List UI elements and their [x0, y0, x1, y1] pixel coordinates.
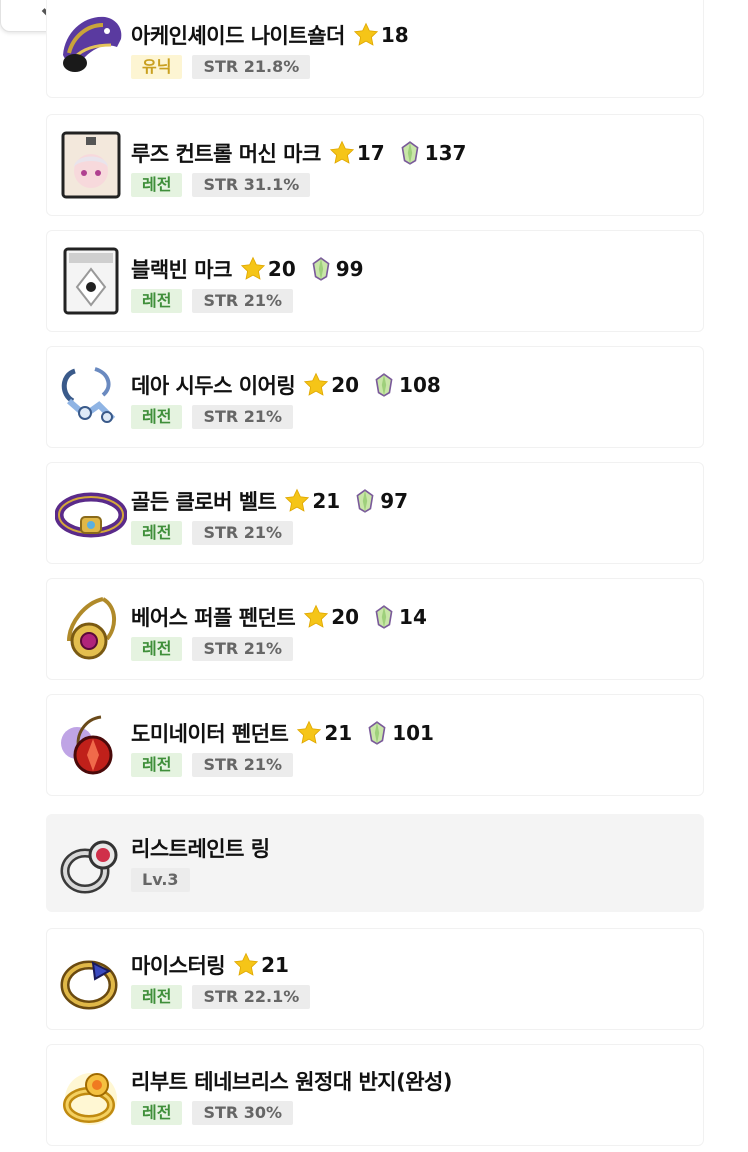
- equipment-card[interactable]: 아케인셰이드 나이트숄더 18 유닉 STR 21.8%: [46, 0, 704, 98]
- dominator-pendant-icon: [55, 709, 127, 781]
- loose-control-machine-mark-icon: [55, 129, 127, 201]
- potential-grade-badge: 레전: [131, 405, 183, 429]
- potential-grade-badge: 레전: [131, 289, 183, 313]
- potential-grade-badge: 레전: [131, 753, 183, 777]
- blackbean-mark-icon: [55, 245, 127, 317]
- potential-grade-badge: 레전: [131, 173, 183, 197]
- potential-grade-badge: 레전: [131, 521, 183, 545]
- potential-stat-badge: STR 21%: [192, 637, 294, 661]
- star-force-count: 21: [261, 953, 289, 977]
- tenebris-ring-icon: [55, 1059, 127, 1131]
- item-name: 골든 클로버 벨트: [131, 490, 277, 514]
- soul-enhance-count: 108: [399, 373, 441, 397]
- star-force-count: 21: [312, 489, 341, 513]
- item-name: 데아 시두스 이어링: [131, 374, 296, 398]
- soul-gem-icon: [375, 605, 393, 629]
- item-name: 리부트 테네브리스 원정대 반지(완성): [131, 1070, 452, 1094]
- star-force-count: 21: [324, 721, 353, 745]
- bears-purple-pendant-icon: [55, 593, 127, 665]
- equipment-card[interactable]: 데아 시두스 이어링 20 108 레전 STR 21%: [46, 346, 704, 448]
- item-name: 도미네이터 펜던트: [131, 722, 289, 746]
- item-name: 리스트레인트 링: [131, 837, 270, 861]
- equipment-card-selected[interactable]: 리스트레인트 링 Lv.3: [46, 814, 704, 912]
- potential-grade-badge: 유닉: [131, 55, 183, 79]
- soul-enhance-count: 137: [424, 141, 467, 165]
- soul-gem-icon: [312, 257, 330, 281]
- item-name: 아케인셰이드 나이트숄더: [131, 24, 345, 48]
- star-force-count: 20: [267, 257, 296, 281]
- star-icon: [233, 952, 259, 976]
- arcane-shoulder-icon: [55, 9, 127, 81]
- dea-sidus-earring-icon: [55, 361, 127, 433]
- star-force-count: 17: [356, 141, 385, 165]
- potential-stat-badge: STR 21%: [192, 753, 294, 777]
- star-icon: [304, 372, 329, 396]
- skill-level-badge: Lv.3: [131, 868, 190, 892]
- star-icon: [297, 720, 322, 744]
- golden-clover-belt-icon: [55, 477, 127, 549]
- potential-grade-badge: 레전: [131, 637, 183, 661]
- equipment-card[interactable]: 리부트 테네브리스 원정대 반지(완성) 레전 STR 30%: [46, 1044, 704, 1146]
- soul-gem-icon: [375, 373, 393, 397]
- item-name: 베어스 퍼플 펜던트: [131, 606, 296, 630]
- potential-grade-badge: 레전: [131, 1101, 183, 1125]
- star-force-count: 18: [380, 23, 409, 47]
- potential-stat-badge: STR 31.1%: [192, 173, 311, 197]
- star-force-count: 20: [331, 373, 360, 397]
- meister-ring-icon: [55, 943, 127, 1015]
- potential-stat-badge: STR 21%: [192, 289, 294, 313]
- star-icon: [353, 22, 378, 46]
- star-force-count: 20: [331, 605, 360, 629]
- equipment-card[interactable]: 베어스 퍼플 펜던트 20 14 레전 STR 21%: [46, 578, 704, 680]
- potential-stat-badge: STR 30%: [192, 1101, 294, 1125]
- restraint-ring-icon: [55, 827, 127, 899]
- equipment-card[interactable]: 블랙빈 마크 20 99 레전 STR 21%: [46, 230, 704, 332]
- soul-enhance-count: 99: [335, 257, 364, 281]
- soul-enhance-count: 101: [392, 721, 434, 745]
- soul-enhance-count: 97: [380, 489, 409, 513]
- soul-gem-icon: [356, 489, 374, 513]
- item-name: 루즈 컨트롤 머신 마크: [131, 142, 321, 166]
- item-name: 마이스터링: [131, 954, 226, 978]
- potential-grade-badge: 레전: [131, 985, 183, 1009]
- equipment-card[interactable]: 마이스터링 21 레전 STR 22.1%: [46, 928, 704, 1030]
- equipment-card[interactable]: 루즈 컨트롤 머신 마크 17 137 레전 STR 31.1%: [46, 114, 704, 216]
- star-icon: [240, 256, 266, 280]
- star-icon: [285, 488, 310, 512]
- star-icon: [329, 140, 354, 164]
- item-name: 블랙빈 마크: [131, 258, 232, 282]
- equipment-card[interactable]: 도미네이터 펜던트 21 101 레전 STR 21%: [46, 694, 704, 796]
- potential-stat-badge: STR 22.1%: [192, 985, 311, 1009]
- potential-stat-badge: STR 21.8%: [192, 55, 311, 79]
- potential-stat-badge: STR 21%: [192, 521, 294, 545]
- soul-gem-icon: [401, 141, 419, 165]
- potential-stat-badge: STR 21%: [192, 405, 294, 429]
- soul-enhance-count: 14: [399, 605, 427, 629]
- star-icon: [304, 604, 329, 628]
- equipment-card[interactable]: 골든 클로버 벨트 21 97 레전 STR 21%: [46, 462, 704, 564]
- soul-gem-icon: [368, 721, 386, 745]
